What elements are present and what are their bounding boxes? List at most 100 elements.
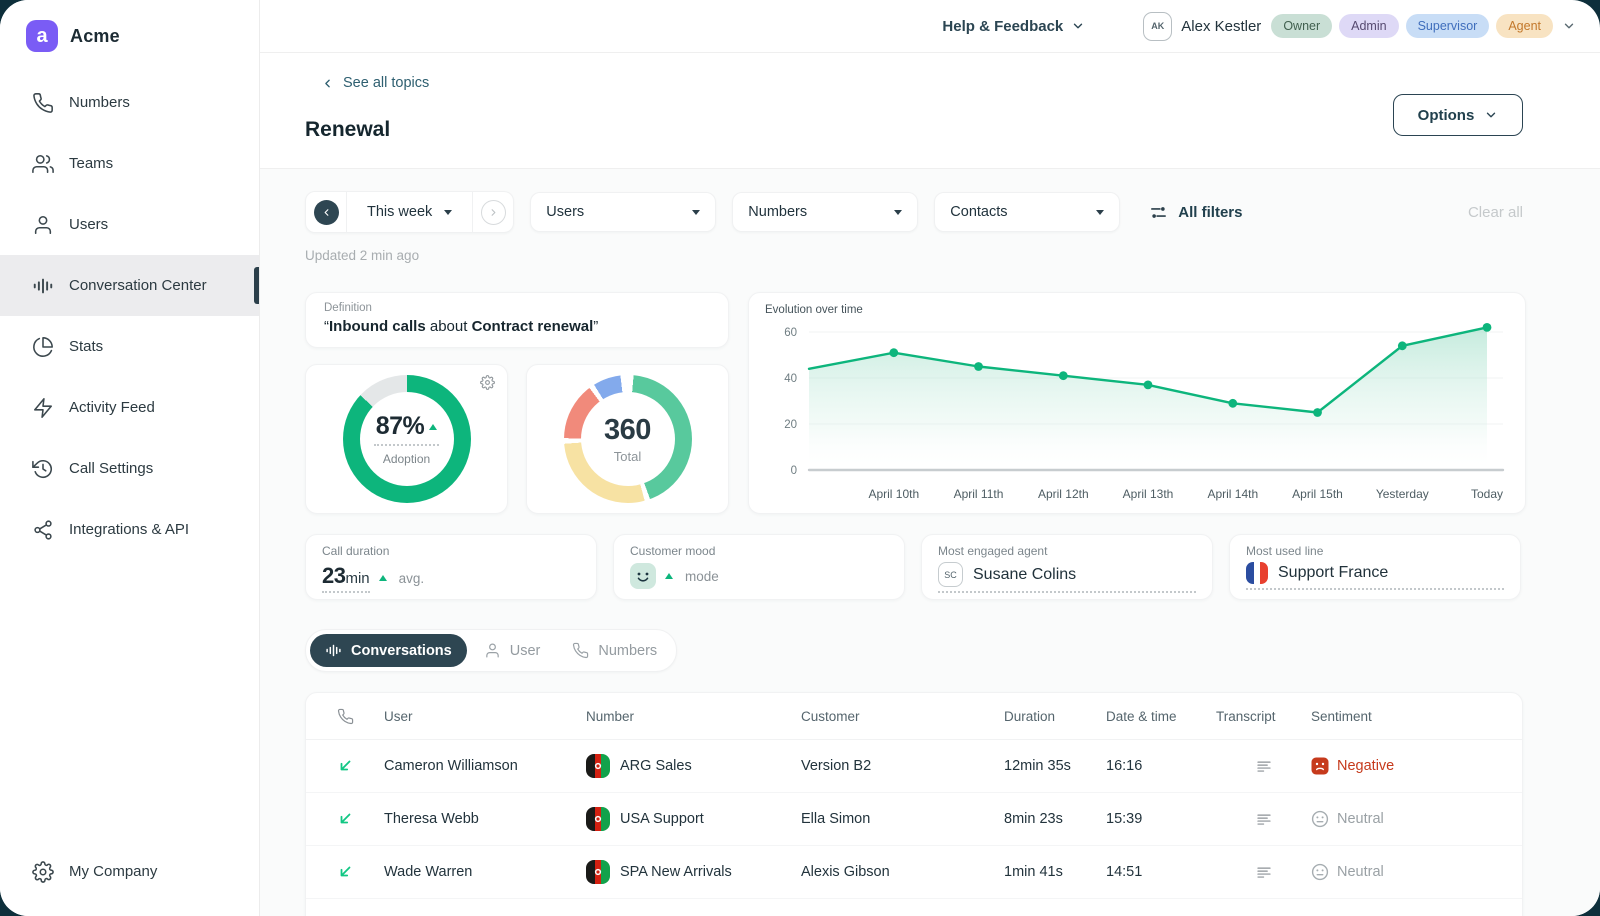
line-name: USA Support <box>620 811 704 827</box>
definition-card: Definition “Inbound calls about Contract… <box>305 292 729 348</box>
tab-user[interactable]: User <box>469 634 556 667</box>
filter-dropdown-numbers[interactable]: Numbers <box>732 192 918 232</box>
tab-label: Numbers <box>598 643 657 659</box>
content: This week Users Numbers Contacts All filte… <box>260 169 1600 916</box>
filter-dropdown-users[interactable]: Users <box>530 192 716 232</box>
sidebar-item-my-company[interactable]: My Company <box>0 841 259 902</box>
sidebar-item-numbers[interactable]: Numbers <box>0 72 259 133</box>
help-feedback-label: Help & Feedback <box>942 18 1063 35</box>
all-filters-button[interactable]: All filters <box>1149 203 1242 222</box>
options-button[interactable]: Options <box>1393 94 1523 136</box>
caret-down-icon <box>894 210 902 215</box>
user-menu-chevron-icon[interactable] <box>1562 19 1576 33</box>
cell-user: Wade Warren <box>384 864 586 880</box>
sidebar-item-call-settings[interactable]: Call Settings <box>0 438 259 499</box>
stats-row: Call duration 23min avg. Customer mood <box>305 534 1523 600</box>
sidebar: a Acme NumbersTeamsUsersConversation Cen… <box>0 0 260 916</box>
sidebar-item-activity-feed[interactable]: Activity Feed <box>0 377 259 438</box>
sidebar-item-label: Activity Feed <box>69 399 155 416</box>
caret-down-icon <box>1096 210 1104 215</box>
table-row[interactable]: Theresa WebbUSA SupportElla Simon8min 23… <box>306 793 1522 846</box>
cards-left-column: Definition “Inbound calls about Contract… <box>305 292 729 514</box>
lightning-icon <box>32 397 54 419</box>
next-period-button[interactable] <box>473 192 513 232</box>
role-badges: OwnerAdminSupervisorAgent <box>1271 14 1553 38</box>
avatar[interactable]: AK <box>1143 12 1172 41</box>
call-duration-value: 23min <box>322 563 370 593</box>
transcript-icon[interactable] <box>1256 758 1272 774</box>
cell-duration: 1min 41s <box>1004 864 1106 880</box>
back-link[interactable]: See all topics <box>321 75 429 91</box>
tab-label: Conversations <box>351 643 452 659</box>
period-dropdown[interactable]: This week <box>346 192 473 232</box>
brand-logo[interactable]: a Acme <box>0 0 259 64</box>
filter-dropdowns: Users Numbers Contacts <box>530 192 1120 232</box>
svg-text:20: 20 <box>784 419 797 431</box>
filter-dropdown-contacts[interactable]: Contacts <box>934 192 1120 232</box>
cell-customer: Ella Simon <box>801 811 1004 827</box>
line-name: ARG Sales <box>620 758 692 774</box>
sidebar-item-stats[interactable]: Stats <box>0 316 259 377</box>
period-label: This week <box>367 204 432 220</box>
waveform-icon <box>325 642 342 659</box>
tab-numbers[interactable]: Numbers <box>557 634 672 667</box>
trend-up-icon <box>379 575 387 581</box>
week-selector: This week <box>305 191 514 233</box>
transcript-icon[interactable] <box>1256 811 1272 827</box>
chevron-left-icon <box>321 77 334 90</box>
definition-label: Definition <box>324 302 710 314</box>
role-badge-admin: Admin <box>1339 14 1398 38</box>
sidebar-item-label: Integrations & API <box>69 521 189 538</box>
total-label: Total <box>614 449 641 464</box>
sidebar-item-users[interactable]: Users <box>0 194 259 255</box>
svg-text:April 12th: April 12th <box>1038 487 1089 501</box>
evolution-line-chart: 0204060April 10thApril 11thApril 12thApr… <box>763 318 1511 510</box>
sidebar-item-integrations-api[interactable]: Integrations & API <box>0 499 259 560</box>
france-flag-icon <box>1246 562 1268 584</box>
svg-text:April 14th: April 14th <box>1207 487 1258 501</box>
table-row[interactable]: Wade WarrenSPA New ArrivalsAlexis Gibson… <box>306 846 1522 899</box>
svg-text:April 15th: April 15th <box>1292 487 1343 501</box>
sidebar-item-conversation-center[interactable]: Conversation Center <box>0 255 259 316</box>
column-header-sentiment: Sentiment <box>1311 709 1522 724</box>
evolution-chart-card: Evolution over time 0204060April 10thApr… <box>748 292 1526 514</box>
teams-icon <box>32 153 54 175</box>
conversations-table: UserNumberCustomerDurationDate & timeTra… <box>305 692 1523 916</box>
sidebar-item-teams[interactable]: Teams <box>0 133 259 194</box>
filter-dropdown-label: Numbers <box>748 204 807 220</box>
table-row-partial[interactable] <box>306 899 1522 916</box>
svg-text:April 11th: April 11th <box>954 487 1004 501</box>
view-tabs: Conversations User Numbers <box>305 629 677 672</box>
svg-text:Yesterday: Yesterday <box>1376 487 1429 501</box>
phone-icon <box>572 642 589 659</box>
tab-conversations[interactable]: Conversations <box>310 634 467 667</box>
adoption-card: 87% Adoption <box>305 364 508 514</box>
caret-down-icon <box>692 210 700 215</box>
svg-text:40: 40 <box>784 373 797 385</box>
back-link-label: See all topics <box>343 75 429 91</box>
previous-period-button[interactable] <box>306 192 346 232</box>
table-row[interactable]: Cameron WilliamsonARG SalesVersion B212m… <box>306 740 1522 793</box>
cell-time: 16:16 <box>1106 758 1216 774</box>
sentiment-label: Neutral <box>1337 864 1384 880</box>
svg-text:60: 60 <box>784 327 797 339</box>
most-used-line-card: Most used line Support France <box>1229 534 1521 600</box>
clear-all-button[interactable]: Clear all <box>1468 204 1523 221</box>
svg-text:0: 0 <box>791 465 797 477</box>
gear-icon[interactable] <box>480 375 496 391</box>
sidebar-item-label: Stats <box>69 338 103 355</box>
chevron-down-icon <box>1484 108 1498 122</box>
most-engaged-agent-label: Most engaged agent <box>938 544 1196 558</box>
transcript-icon[interactable] <box>1256 864 1272 880</box>
options-label: Options <box>1418 107 1475 124</box>
phone-icon <box>32 92 54 114</box>
app-window: a Acme NumbersTeamsUsersConversation Cen… <box>0 0 1600 916</box>
pie-chart-icon <box>32 336 54 358</box>
acme-logo-icon: a <box>26 20 58 52</box>
definition-text: “Inbound calls about Contract renewal” <box>324 318 710 335</box>
column-header-transcript: Transcript <box>1216 709 1311 724</box>
cell-user: Theresa Webb <box>384 811 586 827</box>
inbound-arrow-icon <box>306 758 384 774</box>
help-feedback-menu[interactable]: Help & Feedback <box>942 18 1085 35</box>
total-value: 360 <box>604 414 651 447</box>
